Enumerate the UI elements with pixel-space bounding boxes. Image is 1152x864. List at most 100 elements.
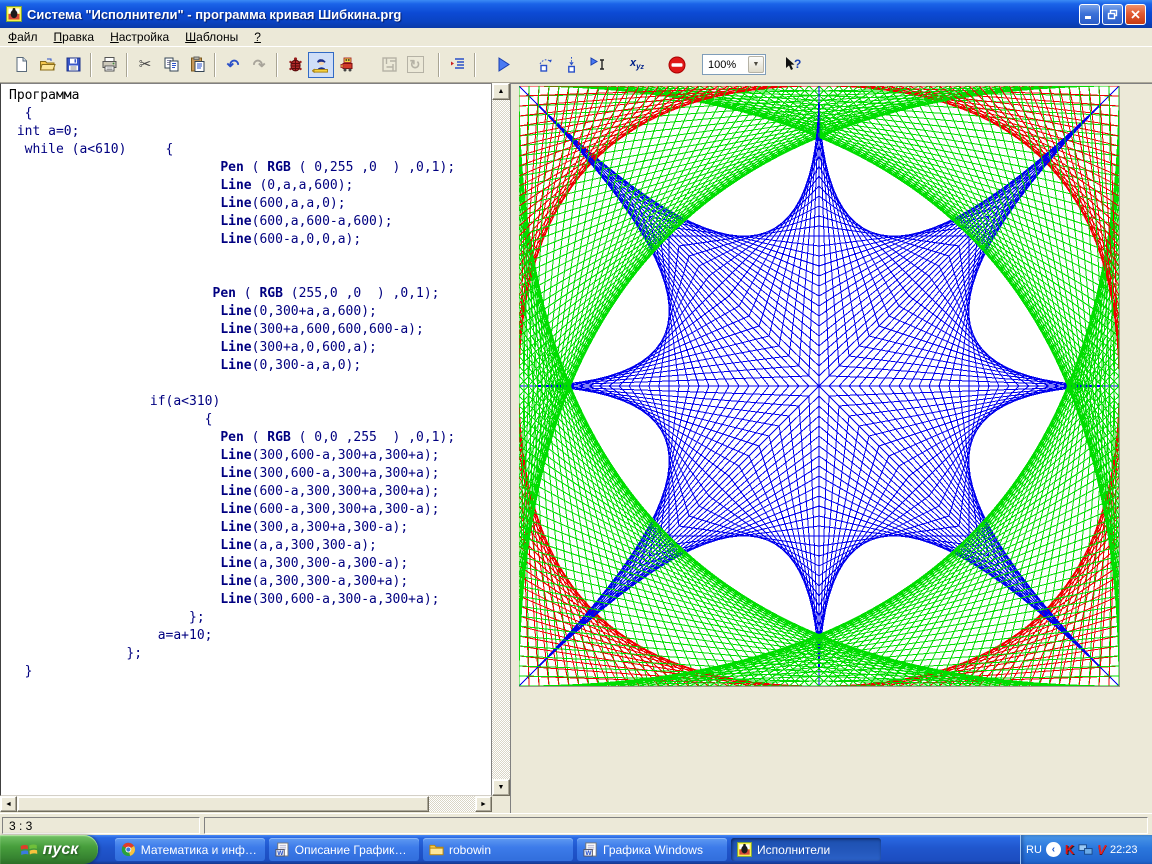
code-editor[interactable]: Программа { int a=0; while (a<610) { Pen… (0, 83, 492, 796)
help-button[interactable]: ? (780, 52, 806, 78)
menu-settings[interactable]: Настройка (102, 28, 177, 46)
zoom-select[interactable]: 100% ▼ (702, 54, 766, 75)
maze-button[interactable] (376, 52, 402, 78)
open-file-button[interactable] (34, 52, 60, 78)
maze-icon (381, 56, 398, 73)
code-text: Программа { int a=0; while (a<610) { Pen… (1, 84, 491, 681)
chrome-icon (121, 842, 136, 857)
antivirus-v-tray-icon[interactable]: V (1097, 842, 1106, 857)
system-tray: RU ‹ K V 22:23 (1020, 835, 1152, 864)
copy-button[interactable] (158, 52, 184, 78)
cut-button[interactable]: ✂ (132, 52, 158, 78)
taskbar-item-folder[interactable]: robowin (423, 838, 573, 861)
taskbar-item-label: Описание Графика ... (295, 843, 413, 857)
draftsman-icon (312, 56, 330, 74)
toolbar-separator (90, 53, 92, 77)
collapse-chevron-icon[interactable]: ‹ (1046, 842, 1061, 857)
svg-text:W: W (277, 850, 284, 857)
close-button[interactable] (1125, 4, 1146, 25)
windows-logo-icon (19, 840, 38, 859)
step-over-button[interactable] (532, 52, 558, 78)
menu-templates[interactable]: Шаблоны (177, 28, 246, 46)
code-horizontal-scrollbar[interactable]: ◄ ► (0, 796, 492, 812)
taskbar-item-browser[interactable]: Математика и инфо... (115, 838, 265, 861)
stop-button[interactable] (664, 52, 690, 78)
menu-help[interactable]: ? (246, 28, 269, 46)
toolbar: ✂ ↶ ↷ ↻ xyz 100% ▼ ? (0, 47, 1152, 83)
refresh-button[interactable]: ↻ (402, 52, 428, 78)
scroll-up-button[interactable]: ▲ (492, 83, 510, 100)
stop-icon (668, 56, 686, 74)
undo-button[interactable]: ↶ (220, 52, 246, 78)
save-button[interactable] (60, 52, 86, 78)
run-to-cursor-button[interactable] (584, 52, 610, 78)
svg-text:?: ? (794, 57, 801, 71)
taskbar-item-executors[interactable]: Исполнители (731, 838, 881, 861)
drawing-canvas (519, 86, 1120, 687)
cursor-position: 3 : 3 (2, 817, 200, 834)
horizontal-scrollbar-thumb[interactable] (17, 796, 429, 812)
taskbar-item-document-2[interactable]: W Графика Windows (577, 838, 727, 861)
format-icon (449, 56, 466, 73)
language-indicator[interactable]: RU (1026, 844, 1042, 856)
restore-button[interactable] (1102, 4, 1123, 25)
scroll-right-button[interactable]: ► (475, 796, 492, 812)
robot-executor-button[interactable] (334, 52, 360, 78)
clock: 22:23 (1110, 844, 1138, 856)
variables-button[interactable]: xyz (624, 52, 650, 78)
minimize-button[interactable] (1079, 4, 1100, 25)
graphics-panel (510, 83, 1152, 813)
executors-app-icon (737, 842, 752, 857)
window-title: Система "Исполнители" - программа кривая… (27, 7, 1079, 22)
taskbar-item-document-1[interactable]: W Описание Графика ... (269, 838, 419, 861)
code-vertical-scrollbar[interactable]: ▲ ▼ (492, 83, 510, 796)
scissors-icon: ✂ (139, 57, 152, 72)
app-icon (6, 6, 22, 22)
redo-icon: ↷ (253, 56, 266, 74)
print-button[interactable] (96, 52, 122, 78)
toolbar-separator (276, 53, 278, 77)
open-folder-icon (39, 56, 56, 73)
word-document-icon: W (583, 842, 598, 857)
run-button[interactable] (490, 52, 516, 78)
taskbar-item-label: Математика и инфо... (141, 843, 259, 857)
menu-file[interactable]: Файл (0, 28, 46, 46)
chevron-down-icon[interactable]: ▼ (748, 56, 764, 73)
string-art-drawing (519, 86, 1119, 686)
step-over-icon (537, 56, 554, 73)
title-bar: Система "Исполнители" - программа кривая… (0, 0, 1152, 28)
step-into-icon (563, 56, 580, 73)
step-into-button[interactable] (558, 52, 584, 78)
main-area: Программа { int a=0; while (a<610) { Pen… (0, 83, 1152, 813)
menu-edit[interactable]: Правка (46, 28, 103, 46)
turtle-executor-button[interactable] (282, 52, 308, 78)
kaspersky-tray-icon[interactable]: K (1065, 842, 1074, 857)
redo-button[interactable]: ↷ (246, 52, 272, 78)
start-label: пуск (43, 841, 79, 859)
variables-xyz-icon: xyz (630, 57, 644, 71)
paste-button[interactable] (184, 52, 210, 78)
copy-icon (163, 56, 180, 73)
menu-bar: Файл Правка Настройка Шаблоны ? (0, 28, 1152, 47)
folder-icon (429, 842, 444, 857)
paste-icon (189, 56, 206, 73)
help-cursor-icon: ? (784, 56, 802, 74)
taskbar: пуск Математика и инфо... W Описание Гра… (0, 835, 1152, 864)
printer-icon (101, 56, 118, 73)
desktop: Система "Исполнители" - программа кривая… (0, 0, 1152, 864)
toolbar-separator (438, 53, 440, 77)
robot-icon (339, 56, 356, 73)
network-tray-icon[interactable] (1078, 842, 1093, 857)
taskbar-item-label: Исполнители (757, 843, 830, 857)
new-file-icon (13, 56, 30, 73)
zoom-value: 100% (703, 59, 748, 71)
new-file-button[interactable] (8, 52, 34, 78)
toolbar-separator (474, 53, 476, 77)
scroll-down-button[interactable]: ▼ (492, 779, 510, 796)
start-button[interactable]: пуск (0, 835, 98, 864)
undo-icon: ↶ (227, 56, 240, 74)
draftsman-executor-button[interactable] (308, 52, 334, 78)
toolbar-separator (126, 53, 128, 77)
scroll-left-button[interactable]: ◄ (0, 796, 17, 812)
format-program-button[interactable] (444, 52, 470, 78)
